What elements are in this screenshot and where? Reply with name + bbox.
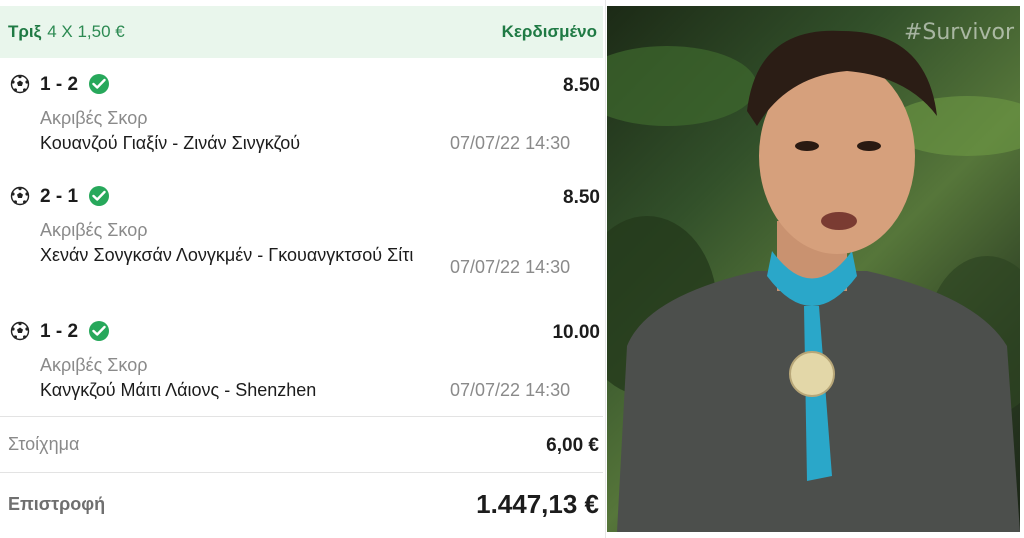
selection-match: Κουανζού Γιαξίν - Ζινάν Σινγκζού — [40, 133, 301, 153]
selection-odds: 8.50 — [563, 75, 600, 96]
check-circle-icon — [89, 321, 109, 341]
stake-value: 6,00 € — [546, 435, 599, 456]
check-circle-icon — [89, 186, 109, 206]
stake-label: Στοίχημα — [8, 434, 80, 454]
survivor-contestant-photo: #Survivor — [607, 6, 1020, 532]
bet-slip-header[interactable]: Τριξ 4 X 1,50 € Κερδισμένο — [0, 6, 603, 58]
selection-datetime: 07/07/22 14:30 — [450, 133, 571, 153]
soccer-ball-icon — [10, 321, 30, 341]
divider — [0, 472, 603, 473]
selection-score: 2 - 1 — [40, 186, 79, 207]
selection-market: Ακριβές Σκορ — [40, 220, 148, 240]
selection-score: 1 - 2 — [40, 74, 79, 95]
bet-slip-panel: Τριξ 4 X 1,50 € Κερδισμένο 1 - 2 8.50 Ακρ… — [0, 0, 606, 538]
selection-match: Χενάν Σονγκσάν Λονγκμέν - Γκουανγκτσού Σ… — [40, 245, 414, 265]
divider — [0, 416, 603, 417]
bet-status-badge: Κερδισμένο — [501, 22, 597, 41]
selection-datetime: 07/07/22 14:30 — [450, 380, 571, 400]
watermark: #Survivor — [903, 20, 1014, 45]
selection-odds: 10.00 — [552, 322, 600, 343]
check-circle-icon — [89, 74, 109, 94]
selection-datetime: 07/07/22 14:30 — [450, 257, 571, 277]
selection-odds: 8.50 — [563, 187, 600, 208]
selection-market: Ακριβές Σκορ — [40, 108, 148, 128]
soccer-ball-icon — [10, 74, 30, 94]
returns-value: 1.447,13 € — [476, 489, 599, 519]
bet-combo: 4 X 1,50 € — [47, 22, 125, 41]
soccer-ball-icon — [10, 186, 30, 206]
selection-score: 1 - 2 — [40, 321, 79, 342]
selection-market: Ακριβές Σκορ — [40, 355, 148, 375]
bet-type-label: Τριξ — [8, 22, 42, 41]
returns-label: Επιστροφή — [8, 494, 106, 514]
contestant-illustration — [607, 30, 1020, 532]
bet-type: Τριξ 4 X 1,50 € — [8, 22, 125, 42]
selection-match: Κανγκζού Μάιτι Λάιονς - Shenzhen — [40, 380, 317, 400]
